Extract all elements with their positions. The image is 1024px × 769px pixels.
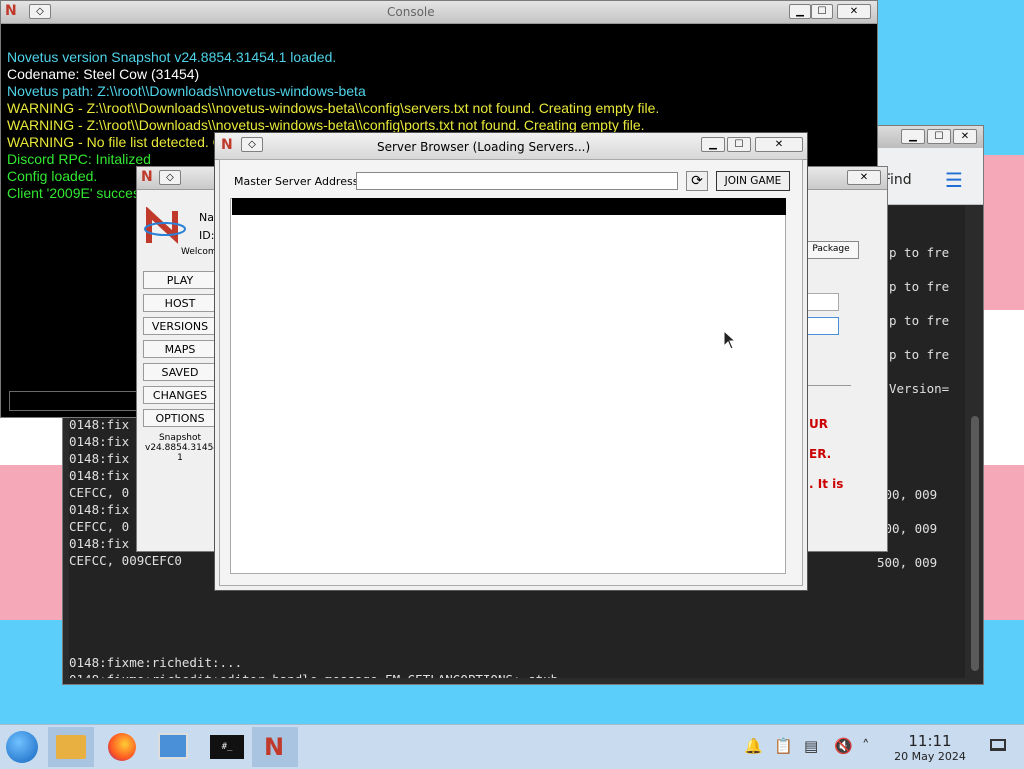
server-list-header [232,198,786,215]
terminal-line: Version= [889,381,950,396]
terminal-line: p to fre [889,279,950,294]
join-game-button[interactable]: JOIN GAME [716,171,790,191]
taskbar-system-icon[interactable] [150,727,196,767]
launcher-input-focused[interactable] [803,317,839,335]
volume-muted-icon[interactable]: 🔇 [834,737,853,755]
clock-date: 20 May 2024 [894,750,966,763]
taskbar-files-icon[interactable] [48,727,94,767]
taskbar-firefox-icon[interactable] [100,727,146,767]
novetus-icon: N [5,3,17,19]
terminal-line: CEFCC, 009CEFC0 [69,553,182,568]
terminal-scrollbar[interactable] [971,416,979,671]
console-line: Novetus path: Z:\\root\\Downloads\\novet… [7,83,366,99]
start-menu-icon[interactable] [6,731,38,763]
launcher-input[interactable] [803,293,839,311]
notifications-icon[interactable]: 🔔 [744,737,763,755]
storage-icon[interactable]: ▤ [804,737,818,755]
console-titlebar[interactable]: N ◇ Console ▁ ☐ ✕ [1,1,877,24]
server-browser-content: Master Server Address: ⟳ JOIN GAME [219,159,803,586]
console-line: Codename: Steel Cow (31454) [7,66,200,82]
minimize-button[interactable]: ▁ [789,4,811,19]
chevron-up-icon[interactable]: ˄ [862,737,870,755]
mouse-cursor-icon [723,329,737,353]
warning-text: UR ER. . It is [809,417,844,491]
close-button[interactable]: ✕ [953,129,977,144]
package-button[interactable]: Package [803,241,859,259]
welcome-label: Welcom [181,247,217,257]
maximize-button[interactable]: ☐ [811,4,833,19]
master-server-input[interactable] [356,172,678,190]
terminal-line: p to fre [889,313,950,328]
server-browser-titlebar[interactable]: N ◇ Server Browser (Loading Servers...) … [215,133,807,160]
refresh-icon: ⟳ [691,173,703,189]
close-button[interactable]: ✕ [755,137,803,152]
nav-versions-button[interactable]: VERSIONS [143,317,217,335]
terminal-line: 0148:fixme:richedit:editor_handle_messag… [69,671,648,678]
novetus-logo-icon [143,206,187,247]
maximize-button[interactable]: ☐ [927,129,951,144]
nav-maps-button[interactable]: MAPS [143,340,217,358]
minimize-button[interactable]: ▁ [901,129,925,144]
server-browser-window[interactable]: N ◇ Server Browser (Loading Servers...) … [214,132,808,591]
novetus-icon: N [221,137,233,153]
name-label: Na [199,211,214,224]
nav-play-button[interactable]: PLAY [143,271,217,289]
terminal-line: 0148:fixme:richedit:... [69,655,243,670]
clipboard-icon[interactable]: 📋 [774,737,793,755]
server-list[interactable] [230,198,786,574]
clock-time: 11:11 [908,732,952,750]
master-server-label: Master Server Address: [234,175,363,188]
taskbar-terminal-icon[interactable]: #_ [204,727,250,767]
clock[interactable]: 11:11 20 May 2024 [880,732,980,763]
id-label: ID: [199,229,215,242]
terminal-line: p to fre [889,347,950,362]
minimize-button[interactable]: ▁ [701,137,725,152]
window-menu-button[interactable]: ◇ [241,137,263,152]
taskbar-novetus-icon[interactable]: N [252,727,298,767]
terminal-line: p to fre [889,245,950,260]
server-browser-title: Server Browser (Loading Servers...) [377,140,591,154]
version-info: Snapshot v24.8854.31454. 1 [145,433,222,463]
show-desktop-icon[interactable] [990,739,1006,751]
nav-options-button[interactable]: OPTIONS [143,409,217,427]
nav-changes-button[interactable]: CHANGES [143,386,217,404]
close-button[interactable]: ✕ [837,4,871,19]
hamburger-menu-icon[interactable]: ☰ [945,168,963,192]
maximize-button[interactable]: ☐ [727,137,751,152]
close-button[interactable]: ✕ [847,170,881,185]
console-line: Novetus version Snapshot v24.8854.31454.… [7,49,337,65]
window-menu-button[interactable]: ◇ [29,4,51,19]
novetus-icon: N [141,169,153,185]
nav-host-button[interactable]: HOST [143,294,217,312]
refresh-button[interactable]: ⟳ [686,171,708,191]
window-menu-button[interactable]: ◇ [159,170,181,185]
console-title: Console [387,5,435,19]
nav-saved-button[interactable]: SAVED [143,363,217,381]
console-line: WARNING - Z:\\root\\Downloads\\novetus-w… [7,100,660,116]
taskbar: #_ N 🔔 📋 ▤ 🔇 ˄ 11:11 20 May 2024 [0,724,1024,769]
